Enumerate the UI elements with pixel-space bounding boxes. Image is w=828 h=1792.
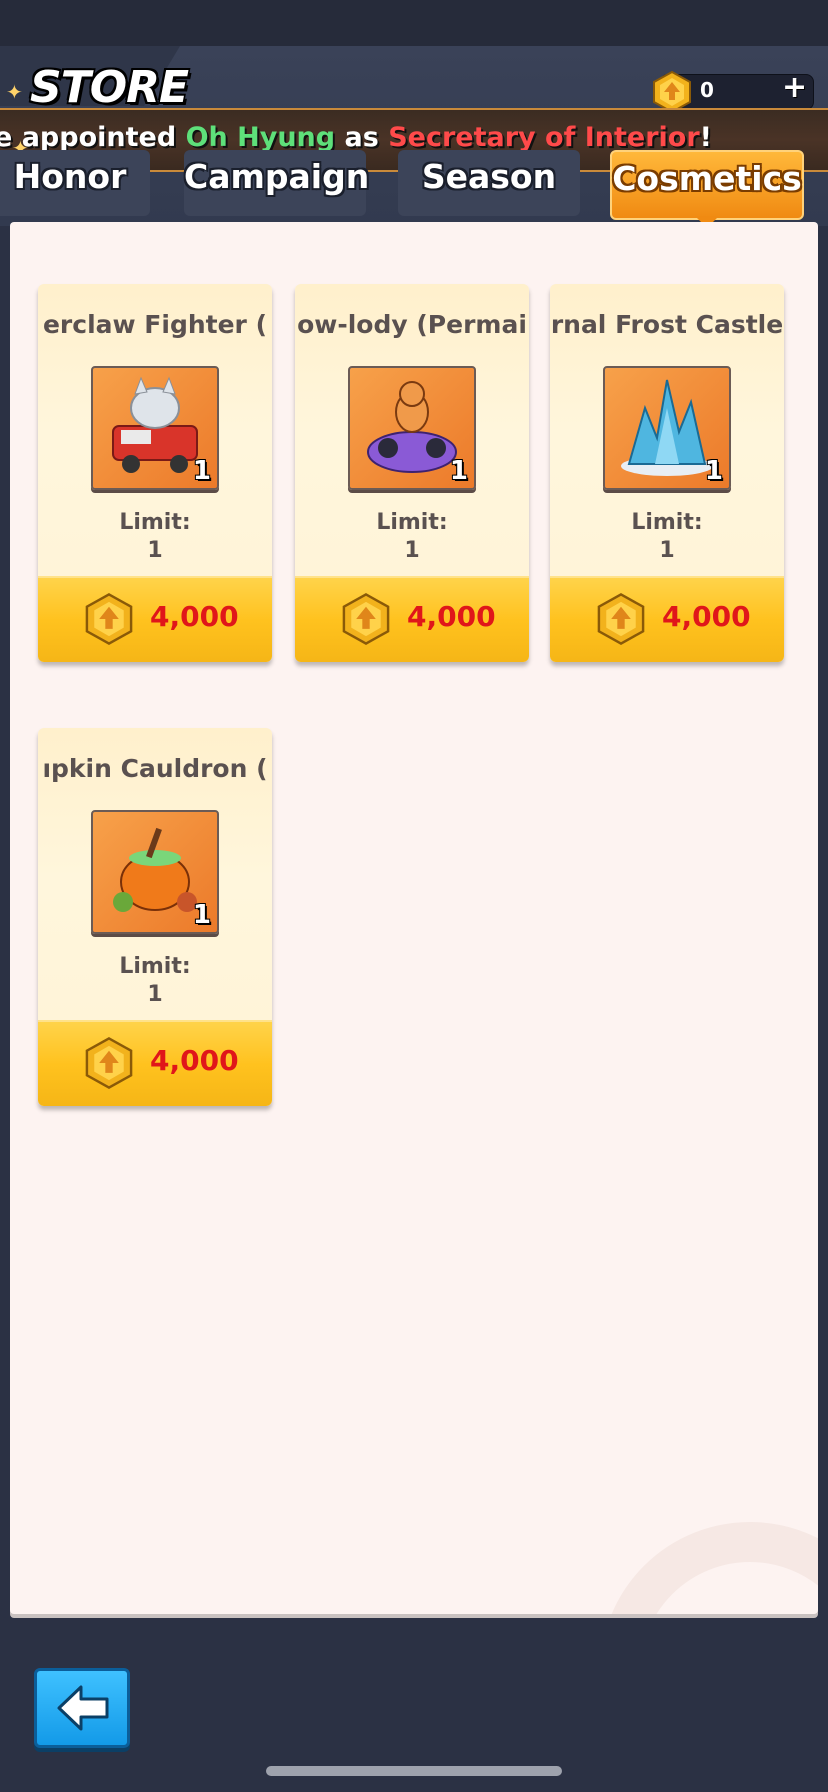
honor-coin-icon bbox=[82, 1036, 136, 1090]
honor-coin-icon bbox=[82, 592, 136, 646]
honor-coin-icon bbox=[339, 592, 393, 646]
add-currency-button[interactable]: + bbox=[782, 70, 807, 105]
back-arrow-icon bbox=[57, 1685, 109, 1731]
limit-label: Limit: bbox=[376, 510, 448, 535]
status-bar bbox=[0, 0, 828, 46]
item-quantity: 1 bbox=[704, 456, 723, 486]
buy-button[interactable]: 4,000 bbox=[550, 576, 784, 662]
limit-value: 1 bbox=[404, 538, 420, 563]
limit-value: 1 bbox=[147, 538, 163, 563]
announcement-middle: as bbox=[335, 122, 389, 153]
dj-cat-icon: 1 bbox=[348, 366, 476, 490]
page-title: STORE bbox=[30, 62, 189, 113]
announcement-text: e appointed Oh Hyung as Secretary of Int… bbox=[0, 122, 712, 153]
item-price: 4,000 bbox=[662, 600, 751, 633]
store-item-card[interactable]: rnal Frost Castle 1 Limit: 1 4,000 bbox=[550, 284, 784, 662]
item-quantity: 1 bbox=[449, 456, 468, 486]
store-item-card[interactable]: erclaw Fighter ( 1 Limit: 1 4,000 bbox=[38, 284, 272, 662]
tab-season[interactable]: Season bbox=[398, 150, 580, 216]
item-name: ıpkin Cauldron ( bbox=[42, 754, 268, 783]
item-quantity: 1 bbox=[192, 456, 211, 486]
item-name: ow-lody (Permai bbox=[297, 310, 527, 339]
honor-coin-icon bbox=[594, 592, 648, 646]
buy-button[interactable]: 4,000 bbox=[38, 1020, 272, 1106]
limit-value: 1 bbox=[147, 982, 163, 1007]
announcement-position: Secretary of Interior bbox=[388, 122, 700, 153]
store-item-card[interactable]: ıpkin Cauldron ( 1 Limit: 1 4,000 bbox=[38, 728, 272, 1106]
limit-label: Limit: bbox=[631, 510, 703, 535]
announcement-suffix: ! bbox=[699, 122, 712, 153]
buy-button[interactable]: 4,000 bbox=[38, 576, 272, 662]
announcement-player-name: Oh Hyung bbox=[185, 122, 336, 153]
item-price: 4,000 bbox=[150, 1044, 239, 1077]
limit-label: Limit: bbox=[119, 954, 191, 979]
frost-castle-icon: 1 bbox=[603, 366, 731, 490]
item-price: 4,000 bbox=[407, 600, 496, 633]
item-name: erclaw Fighter ( bbox=[42, 310, 268, 339]
limit-value: 1 bbox=[659, 538, 675, 563]
sparkle-icon: ✦ bbox=[6, 80, 23, 104]
tab-cosmetics[interactable]: Cosmetics bbox=[610, 150, 804, 220]
item-quantity: 1 bbox=[192, 900, 211, 930]
item-name: rnal Frost Castle bbox=[550, 310, 784, 339]
tab-campaign[interactable]: Campaign bbox=[184, 150, 369, 216]
currency-value: 0 bbox=[700, 78, 714, 102]
home-indicator[interactable] bbox=[266, 1766, 562, 1776]
pumpkin-cauldron-icon: 1 bbox=[91, 810, 219, 934]
fire-truck-cat-icon: 1 bbox=[91, 366, 219, 490]
limit-label: Limit: bbox=[119, 510, 191, 535]
item-price: 4,000 bbox=[150, 600, 239, 633]
store-item-card[interactable]: ow-lody (Permai 1 Limit: 1 4,000 bbox=[295, 284, 529, 662]
back-button[interactable] bbox=[34, 1668, 130, 1748]
watermark-emblem-icon bbox=[600, 1522, 818, 1614]
buy-button[interactable]: 4,000 bbox=[295, 576, 529, 662]
tab-honor[interactable]: Honor bbox=[0, 150, 150, 216]
